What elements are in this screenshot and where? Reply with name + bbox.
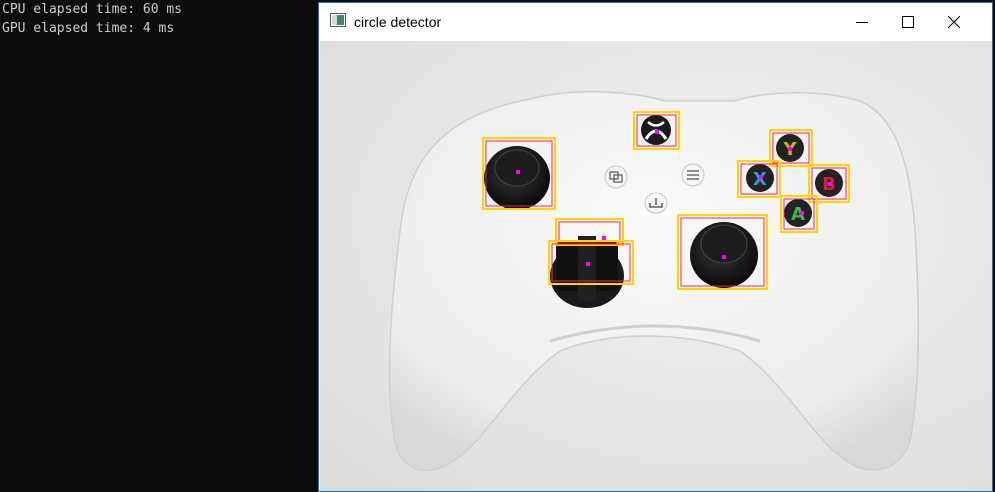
controller-image: Y X B A (320, 41, 992, 491)
close-button[interactable] (931, 3, 977, 41)
cpu-time-line: CPU elapsed time: 60 ms (2, 2, 183, 17)
maximize-icon (902, 16, 914, 28)
console-panel: CPU elapsed time: 60 ms GPU elapsed time… (0, 0, 318, 492)
menu-button (681, 163, 705, 187)
minimize-button[interactable] (839, 3, 885, 41)
gpu-time-line: GPU elapsed time: 4 ms (2, 21, 175, 36)
x-button-letter: X (753, 169, 767, 190)
circle-detector-window: circle detector X A (318, 2, 993, 492)
detector-image-canvas: Y X B A (320, 41, 992, 491)
title-bar[interactable]: circle detector (319, 3, 992, 41)
left-thumbstick (484, 146, 550, 210)
dpad (550, 236, 624, 308)
close-icon (948, 16, 960, 28)
minimize-icon (856, 22, 868, 23)
maximize-button[interactable] (885, 3, 931, 41)
view-button (604, 165, 628, 189)
window-title: circle detector (354, 14, 442, 30)
app-icon (330, 13, 346, 27)
a-button: A (784, 199, 812, 227)
share-button (644, 192, 668, 214)
